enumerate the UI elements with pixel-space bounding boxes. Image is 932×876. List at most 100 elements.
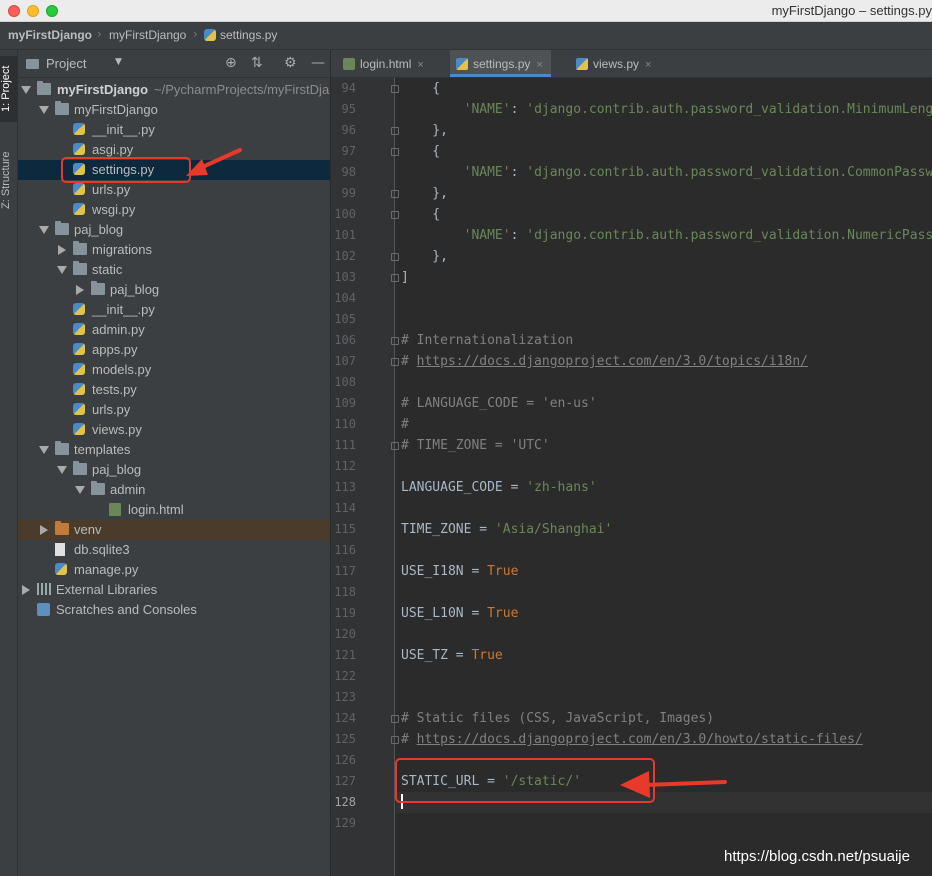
code-line: ] (401, 267, 409, 288)
tree-item[interactable]: wsgi.py (18, 200, 330, 220)
tab-project-tool[interactable]: 1: Project (0, 56, 18, 122)
breadcrumb-file[interactable]: settings.py (204, 28, 277, 42)
tree-item[interactable]: paj_blog (18, 460, 330, 480)
tree-item[interactable]: __init__.py (18, 300, 330, 320)
tree-item[interactable]: paj_blog (18, 220, 330, 240)
tree-item-label: __init__.py (92, 302, 155, 317)
code-line: 'NAME': 'django.contrib.auth.password_va… (401, 99, 932, 120)
tree-item[interactable]: urls.py (18, 180, 330, 200)
chevron-down-icon[interactable] (75, 486, 85, 494)
tab-login-html[interactable]: login.html × (337, 50, 432, 77)
line-number-gutter: 94 95 96 97 98 99 100 101 102 103 104 105 106 107 108 1… (331, 78, 399, 876)
python-file-icon (55, 563, 67, 575)
tree-item[interactable]: models.py (18, 360, 330, 380)
folder-icon (73, 261, 87, 275)
line-number: 105 (334, 312, 356, 326)
code-token: # Internationalization (401, 333, 574, 348)
chevron-down-icon[interactable] (57, 466, 67, 474)
chevron-right-icon[interactable] (22, 585, 30, 595)
locate-icon[interactable]: ⊕ (225, 55, 237, 71)
tree-item-label: External Libraries (56, 582, 158, 597)
project-view-selector[interactable]: Project (46, 56, 86, 71)
gear-icon[interactable]: ⚙ (284, 55, 297, 71)
tree-item[interactable]: views.py (18, 420, 330, 440)
window-title: myFirstDjango – settings.py (771, 3, 932, 18)
line-number: 118 (334, 585, 356, 599)
code-line: 'NAME': 'django.contrib.auth.password_va… (401, 225, 932, 246)
collapse-all-icon[interactable]: ⇅ (251, 55, 263, 71)
python-file-icon (73, 403, 85, 415)
tree-item[interactable]: tests.py (18, 380, 330, 400)
code-token: True (487, 606, 519, 621)
tree-item-label: paj_blog (92, 462, 142, 477)
code-line: USE_I18N = True (401, 561, 518, 582)
chevron-down-icon[interactable] (39, 106, 49, 114)
code-editor[interactable]: { 'NAME': 'django.contrib.auth.password_… (396, 78, 932, 876)
code-token: }, (401, 186, 448, 201)
tree-item[interactable]: db.sqlite3 (18, 540, 330, 560)
tree-item[interactable]: Scratches and Consoles (18, 600, 330, 620)
close-tab-icon[interactable]: × (645, 59, 651, 71)
libraries-icon (37, 583, 51, 595)
tab-views-py[interactable]: views.py × (570, 50, 659, 77)
line-number: 125 (334, 732, 356, 746)
folder-icon (73, 241, 87, 255)
line-number: 124 (334, 711, 356, 725)
tree-root[interactable]: myFirstDjango ~/PycharmProjects/myFirstD… (18, 80, 330, 100)
line-number: 127 (334, 774, 356, 788)
tree-item[interactable]: myFirstDjango (18, 100, 330, 120)
breadcrumb-project[interactable]: myFirstDjango (8, 28, 92, 42)
project-folder-icon (26, 59, 39, 69)
tree-item[interactable]: apps.py (18, 340, 330, 360)
code-token: ] (401, 270, 409, 285)
chevron-down-icon[interactable] (39, 446, 49, 454)
zoom-window-button[interactable] (46, 5, 58, 17)
python-file-icon (576, 58, 588, 70)
window-titlebar: myFirstDjango – settings.py (0, 0, 932, 22)
chevron-down-icon[interactable] (57, 266, 67, 274)
code-line: # Internationalization (401, 330, 573, 351)
tab-settings-py[interactable]: settings.py × (450, 50, 551, 77)
tree-item[interactable]: migrations (18, 240, 330, 260)
tree-item[interactable]: templates (18, 440, 330, 460)
line-number: 96 (341, 123, 356, 137)
chevron-right-icon[interactable] (76, 285, 84, 295)
tree-item[interactable]: venv (18, 520, 330, 540)
html-file-icon (343, 58, 355, 70)
tree-item[interactable]: manage.py (18, 560, 330, 580)
doc-link[interactable]: https://docs.djangoproject.com/en/3.0/ho… (417, 732, 863, 747)
tab-structure-tool[interactable]: Z: Structure (0, 142, 18, 218)
tree-item[interactable]: admin.py (18, 320, 330, 340)
close-tab-icon[interactable]: × (417, 59, 423, 71)
chevron-right-icon[interactable] (58, 245, 66, 255)
tree-item[interactable]: paj_blog (18, 280, 330, 300)
breadcrumb-package[interactable]: myFirstDjango (109, 28, 186, 42)
tree-item[interactable]: External Libraries (18, 580, 330, 600)
doc-link[interactable]: https://docs.djangoproject.com/en/3.0/to… (417, 354, 808, 369)
minimize-window-button[interactable] (27, 5, 39, 17)
line-number: 100 (334, 207, 356, 221)
close-tab-icon[interactable]: × (536, 59, 542, 71)
expand-arrow-icon[interactable] (21, 86, 31, 94)
line-number: 99 (341, 186, 356, 200)
tree-item[interactable]: __init__.py (18, 120, 330, 140)
hide-panel-icon[interactable]: — (311, 55, 325, 71)
close-window-button[interactable] (8, 5, 20, 17)
chevron-right-icon[interactable] (40, 525, 48, 535)
code-token: # (401, 417, 409, 432)
line-number: 109 (334, 396, 356, 410)
code-line: { (401, 204, 440, 225)
line-number: 114 (334, 501, 356, 515)
code-token: 'NAME' (463, 165, 511, 180)
tree-item[interactable]: login.html (18, 500, 330, 520)
tree-item[interactable]: admin (18, 480, 330, 500)
code-token: USE_I18N = (401, 564, 488, 579)
code-line: LANGUAGE_CODE = 'zh-hans' (401, 477, 597, 498)
chevron-down-icon[interactable]: ▼ (115, 57, 122, 67)
tree-item-label: venv (74, 522, 102, 537)
chevron-down-icon[interactable] (39, 226, 49, 234)
code-token: True (487, 564, 519, 579)
tree-item[interactable]: static (18, 260, 330, 280)
tree-item[interactable]: urls.py (18, 400, 330, 420)
root-path: ~/PycharmProjects/myFirstDjango (154, 82, 330, 97)
